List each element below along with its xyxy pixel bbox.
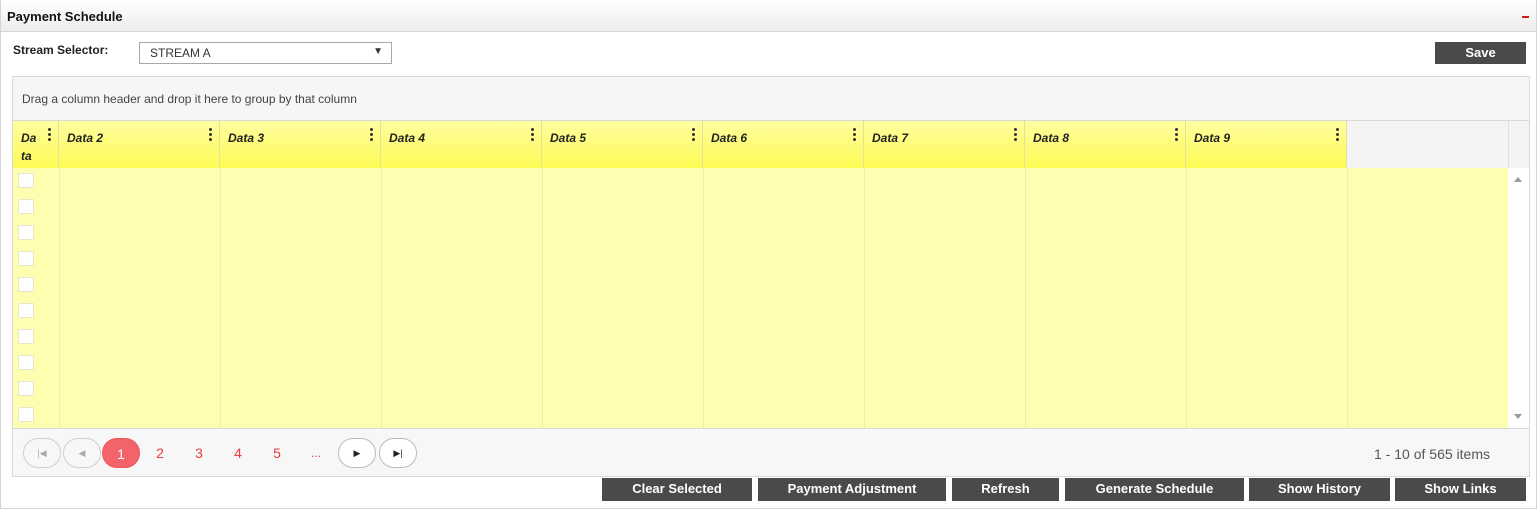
- generate-schedule-button[interactable]: Generate Schedule: [1065, 478, 1244, 501]
- column-menu-icon[interactable]: [692, 128, 696, 143]
- row-checkbox[interactable]: [18, 329, 34, 344]
- column-header-label: Data 5: [550, 131, 587, 145]
- column-header-data-8[interactable]: Data 8: [1025, 121, 1186, 168]
- grid-body: [13, 168, 1509, 428]
- minimize-icon[interactable]: [1522, 16, 1529, 18]
- payment-schedule-panel: Payment Schedule Stream Selector: STREAM…: [0, 0, 1537, 509]
- column-header-data-6[interactable]: Data 6: [703, 121, 864, 168]
- column-header-label: Data 4: [389, 131, 426, 145]
- page-button-5[interactable]: 5: [258, 438, 296, 468]
- row-checkbox[interactable]: [18, 225, 34, 240]
- last-page-button[interactable]: ▶|: [379, 438, 417, 468]
- row-checkbox[interactable]: [18, 407, 34, 422]
- show-links-button[interactable]: Show Links: [1395, 478, 1526, 501]
- group-by-drop-area[interactable]: Drag a column header and drop it here to…: [13, 77, 1529, 121]
- next-page-icon: ▶: [353, 448, 361, 458]
- row-checkbox[interactable]: [18, 199, 34, 214]
- column-menu-icon[interactable]: [853, 128, 857, 143]
- payment-grid: Drag a column header and drop it here to…: [12, 76, 1530, 477]
- refresh-button[interactable]: Refresh: [952, 478, 1059, 501]
- row-checkbox[interactable]: [18, 251, 34, 266]
- column-header-data-4[interactable]: Data 4: [381, 121, 542, 168]
- row-checkbox[interactable]: [18, 381, 34, 396]
- column-menu-icon[interactable]: [1175, 128, 1179, 143]
- panel-header: Payment Schedule: [1, 0, 1536, 32]
- prev-page-button[interactable]: ◀: [63, 438, 101, 468]
- column-menu-icon[interactable]: [1014, 128, 1018, 143]
- row-checkbox[interactable]: [18, 277, 34, 292]
- group-by-hint: Drag a column header and drop it here to…: [22, 92, 357, 106]
- next-page-button[interactable]: ▶: [338, 438, 376, 468]
- first-page-button[interactable]: |◀: [23, 438, 61, 468]
- row-checkbox[interactable]: [18, 173, 34, 188]
- column-header-data-2[interactable]: Data 2: [59, 121, 220, 168]
- row-checkbox[interactable]: [18, 303, 34, 318]
- page-button-1[interactable]: 1: [102, 438, 140, 468]
- scroll-down-icon[interactable]: [1514, 414, 1522, 419]
- column-header-label: Data 3: [228, 131, 265, 145]
- payment-adjustment-button[interactable]: Payment Adjustment: [758, 478, 946, 501]
- stream-selector-label: Stream Selector:: [13, 43, 109, 57]
- column-divider: [542, 168, 543, 428]
- prev-page-icon: ◀: [78, 448, 86, 458]
- column-header-data-3[interactable]: Data 3: [220, 121, 381, 168]
- save-button[interactable]: Save: [1435, 42, 1526, 64]
- column-header-data-1[interactable]: Data 1: [13, 121, 59, 181]
- chevron-down-icon: ▼: [373, 46, 383, 57]
- column-divider: [1186, 168, 1187, 428]
- page-button-4[interactable]: 4: [219, 438, 257, 468]
- page-button-more[interactable]: ...: [297, 438, 335, 468]
- column-header-label: Data 7: [872, 131, 909, 145]
- column-header-data-9[interactable]: Data 9: [1186, 121, 1347, 168]
- column-divider: [381, 168, 382, 428]
- grid-header-row: Data 1 Data 2 Data 3 Data 4 Data 5 Data …: [13, 121, 1529, 181]
- vertical-scrollbar[interactable]: [1508, 168, 1529, 428]
- panel-title: Payment Schedule: [7, 9, 123, 24]
- stream-selector-value: STREAM A: [150, 46, 211, 60]
- pager-info: 1 - 10 of 565 items: [1374, 446, 1490, 462]
- column-menu-icon[interactable]: [209, 128, 213, 143]
- page-button-2[interactable]: 2: [141, 438, 179, 468]
- column-divider: [864, 168, 865, 428]
- show-history-button[interactable]: Show History: [1249, 478, 1390, 501]
- column-divider: [1347, 168, 1348, 428]
- column-header-data-5[interactable]: Data 5: [542, 121, 703, 168]
- column-divider: [59, 168, 60, 428]
- header-scroll-spacer: [1508, 121, 1529, 168]
- column-header-label: Data 6: [711, 131, 748, 145]
- scroll-up-icon[interactable]: [1514, 177, 1522, 182]
- row-checkbox[interactable]: [18, 355, 34, 370]
- grid-pager: |◀ ◀ 1 2 3 4 5 ... ▶ ▶| 1 - 10 of 565 it…: [13, 428, 1529, 476]
- column-menu-icon[interactable]: [1336, 128, 1340, 143]
- page-button-3[interactable]: 3: [180, 438, 218, 468]
- column-menu-icon[interactable]: [370, 128, 374, 143]
- column-header-label: Data 8: [1033, 131, 1070, 145]
- column-header-label: Data 2: [67, 131, 104, 145]
- first-page-icon: |◀: [37, 448, 47, 458]
- column-menu-icon[interactable]: [48, 128, 52, 143]
- column-header-label: Data 9: [1194, 131, 1231, 145]
- clear-selected-button[interactable]: Clear Selected: [602, 478, 752, 501]
- column-divider: [220, 168, 221, 428]
- column-divider: [1025, 168, 1026, 428]
- column-divider: [703, 168, 704, 428]
- column-menu-icon[interactable]: [531, 128, 535, 143]
- column-header-data-7[interactable]: Data 7: [864, 121, 1025, 168]
- stream-selector-dropdown[interactable]: STREAM A ▼: [139, 42, 392, 64]
- last-page-icon: ▶|: [393, 448, 403, 458]
